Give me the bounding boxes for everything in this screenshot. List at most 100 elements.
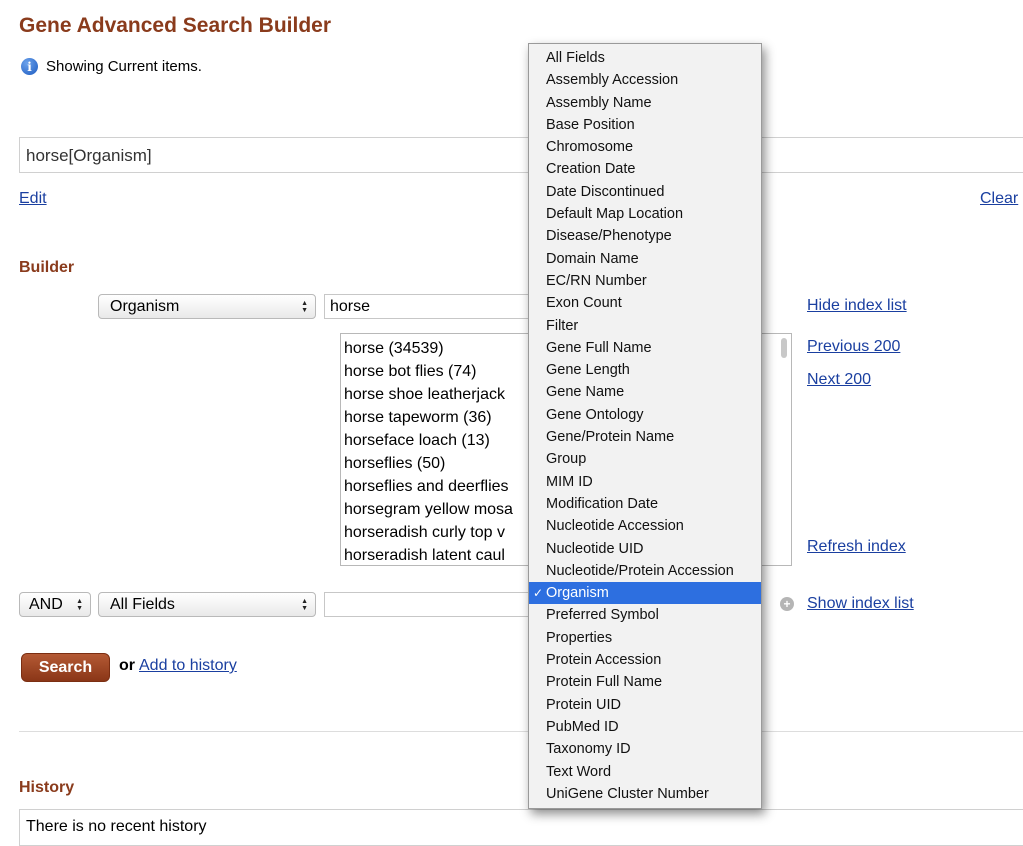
up-down-arrow-icon: ▲ ▼ (76, 597, 83, 612)
dropdown-option-label: Gene Ontology (546, 406, 644, 423)
builder-label: Builder (19, 259, 75, 276)
dropdown-option[interactable]: PubMed ID (529, 716, 761, 738)
dropdown-option[interactable]: Gene Full Name (529, 337, 761, 359)
dropdown-option[interactable]: Date Discontinued (529, 181, 761, 203)
dropdown-option[interactable]: Gene/Protein Name (529, 426, 761, 448)
dropdown-option-label: Taxonomy ID (546, 741, 631, 758)
dropdown-option[interactable]: Filter (529, 315, 761, 337)
dropdown-option[interactable]: Taxonomy ID (529, 738, 761, 760)
dropdown-option-label: Group (546, 451, 587, 468)
dropdown-option-label: EC/RN Number (546, 272, 647, 289)
dropdown-option-label: Text Word (546, 763, 612, 780)
up-down-arrow-icon: ▲ ▼ (301, 299, 308, 314)
dropdown-option-label: Organism (546, 585, 609, 602)
clear-link[interactable]: Clear (980, 190, 1018, 208)
dropdown-option[interactable]: Assembly Name (529, 92, 761, 114)
dropdown-option[interactable]: Disease/Phenotype (529, 225, 761, 247)
dropdown-option[interactable]: Properties (529, 627, 761, 649)
dropdown-option[interactable]: All Fields (529, 47, 761, 69)
dropdown-option-label: PubMed ID (546, 718, 619, 735)
previous-200-link[interactable]: Previous 200 (807, 338, 900, 356)
dropdown-option-label: Filter (546, 317, 579, 334)
query-box[interactable]: horse[Organism] (19, 137, 1023, 173)
dropdown-option-label: Gene/Protein Name (546, 429, 675, 446)
dropdown-option[interactable]: Domain Name (529, 248, 761, 270)
dropdown-option[interactable]: EC/RN Number (529, 270, 761, 292)
search-button[interactable]: Search (21, 653, 110, 682)
dropdown-option[interactable]: Default Map Location (529, 203, 761, 225)
up-down-arrow-icon: ▲ ▼ (301, 597, 308, 612)
dropdown-option-label: Preferred Symbol (546, 607, 659, 624)
field-dropdown-menu[interactable]: All Fields Assembly Accession Assembly Nam… (528, 43, 762, 809)
history-box: There is no recent history (19, 809, 1023, 846)
dropdown-option-label: Modification Date (546, 495, 659, 512)
dropdown-option-label: Assembly Name (546, 94, 652, 111)
dropdown-option[interactable]: Base Position (529, 114, 761, 136)
dropdown-option-label: Properties (546, 629, 613, 646)
dropdown-option-label: All Fields (546, 50, 605, 66)
dropdown-option[interactable]: Nucleotide UID (529, 538, 761, 560)
dropdown-option-label: Nucleotide/Protein Accession (546, 562, 734, 579)
dropdown-option-label: Chromosome (546, 139, 634, 156)
index-list-scrollbar[interactable] (781, 338, 787, 358)
edit-link[interactable]: Edit (19, 190, 47, 208)
term-input-row2[interactable] (324, 592, 534, 617)
dropdown-option[interactable]: Chromosome (529, 136, 761, 158)
dropdown-option[interactable]: Modification Date (529, 493, 761, 515)
divider (19, 731, 1023, 732)
dropdown-option[interactable]: Gene Length (529, 359, 761, 381)
next-200-link[interactable]: Next 200 (807, 371, 871, 389)
dropdown-option[interactable]: Group (529, 448, 761, 470)
plus-circle-icon[interactable]: + (780, 597, 794, 611)
dropdown-option-label: UniGene Cluster Number (546, 785, 709, 802)
operator-select-value: AND (29, 596, 63, 613)
dropdown-option[interactable]: MIM ID (529, 471, 761, 493)
field-select-row1[interactable]: Organism ▲ ▼ (98, 294, 316, 319)
page-title: Gene Advanced Search Builder (19, 14, 331, 37)
dropdown-option[interactable]: Preferred Symbol (529, 604, 761, 626)
dropdown-option-label: Exon Count (546, 295, 622, 312)
checkmark-icon: ✓ (533, 586, 544, 601)
dropdown-option[interactable]: UniGene Cluster Number (529, 783, 761, 805)
dropdown-option[interactable]: Creation Date (529, 158, 761, 180)
dropdown-option[interactable]: Protein Full Name (529, 671, 761, 693)
term-input-row1[interactable]: horse (324, 294, 534, 319)
dropdown-option-label: MIM ID (546, 473, 593, 490)
dropdown-option-label: Domain Name (546, 250, 639, 267)
dropdown-option[interactable]: Protein Accession (529, 649, 761, 671)
dropdown-option[interactable]: Protein UID (529, 694, 761, 716)
dropdown-option-label: Default Map Location (546, 206, 684, 223)
or-text: or (119, 657, 135, 674)
dropdown-option-label: Protein Full Name (546, 674, 663, 691)
dropdown-option-label: Assembly Accession (546, 72, 679, 89)
show-index-list-link[interactable]: Show index list (807, 595, 914, 613)
dropdown-option[interactable]: Nucleotide/Protein Accession (529, 560, 761, 582)
dropdown-option-label: Disease/Phenotype (546, 228, 672, 245)
dropdown-option-label: Base Position (546, 116, 635, 133)
dropdown-option-label: Nucleotide Accession (546, 518, 684, 535)
info-message: i Showing Current items. (21, 58, 202, 75)
dropdown-option-label: Nucleotide UID (546, 540, 644, 557)
operator-select[interactable]: AND ▲ ▼ (19, 592, 91, 617)
add-to-history-link[interactable]: Add to history (139, 657, 237, 675)
field-select-value: Organism (110, 298, 180, 315)
dropdown-option[interactable]: Gene Name (529, 381, 761, 403)
hide-index-list-link[interactable]: Hide index list (807, 297, 907, 315)
dropdown-option-label: Gene Full Name (546, 339, 652, 356)
history-label: History (19, 779, 75, 796)
dropdown-option[interactable]: Assembly Accession (529, 69, 761, 91)
dropdown-option[interactable]: Nucleotide Accession (529, 515, 761, 537)
dropdown-option-label: Gene Length (546, 362, 630, 379)
field-select-value: All Fields (110, 596, 175, 613)
refresh-index-link[interactable]: Refresh index (807, 538, 906, 556)
dropdown-option-label: Protein UID (546, 696, 621, 713)
info-text: Showing Current items. (46, 58, 202, 75)
field-select-row2[interactable]: All Fields ▲ ▼ (98, 592, 316, 617)
dropdown-option-label: Gene Name (546, 384, 625, 401)
dropdown-option[interactable]: Exon Count (529, 292, 761, 314)
dropdown-option[interactable]: ✓ Organism (529, 582, 761, 605)
dropdown-option[interactable]: Gene Ontology (529, 404, 761, 426)
dropdown-option-label: Protein Accession (546, 652, 662, 669)
info-icon: i (21, 58, 38, 75)
dropdown-option[interactable]: Text Word (529, 761, 761, 783)
